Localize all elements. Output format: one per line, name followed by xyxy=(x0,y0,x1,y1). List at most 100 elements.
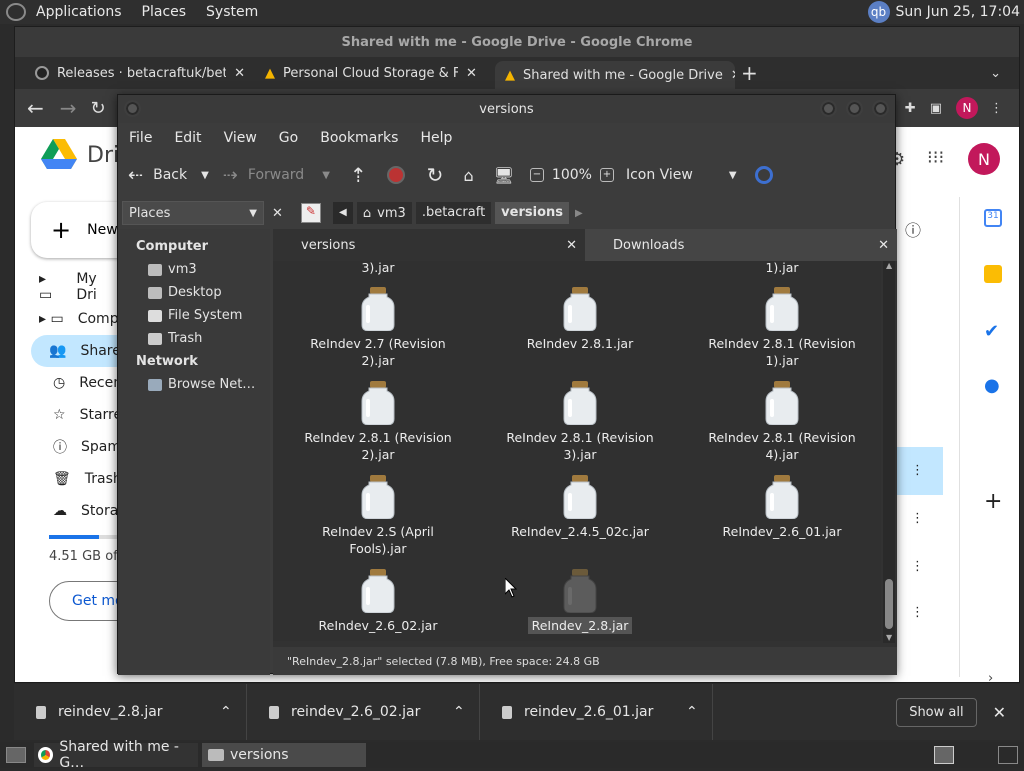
file-item[interactable]: ReIndev_2.6_02.jar xyxy=(283,569,473,634)
close-icon[interactable]: ✕ xyxy=(234,66,245,81)
path-button-betacraft[interactable]: .betacraft xyxy=(415,202,492,224)
places-selector[interactable]: Places ▼ xyxy=(122,201,264,225)
maximize-button[interactable] xyxy=(846,100,863,117)
add-addon-icon[interactable]: + xyxy=(984,489,1002,514)
reload-icon[interactable]: ↻ xyxy=(427,163,444,187)
menu-file[interactable]: File xyxy=(118,130,163,146)
nav-spam[interactable]: ⓘ Spam xyxy=(53,431,121,463)
close-button[interactable] xyxy=(872,100,889,117)
download-item-1[interactable]: reindev_2.8.jar ⌃ xyxy=(14,684,247,740)
file-item-partial[interactable]: 3).jar xyxy=(283,261,473,276)
keep-icon[interactable] xyxy=(984,265,1002,283)
taskbar-item-chrome[interactable]: Shared with me - G… xyxy=(34,739,198,771)
path-left-arrow-icon[interactable]: ◀ xyxy=(332,202,353,224)
chrome-tab-3[interactable]: ▲ Shared with me - Google Drive ✕ xyxy=(495,61,735,89)
file-item[interactable]: ReIndev 2.8.1 (Revision 1).jar xyxy=(687,287,877,369)
calendar-icon[interactable]: 31 xyxy=(984,209,1002,227)
menu-go[interactable]: Go xyxy=(268,130,309,146)
profile-avatar[interactable]: N xyxy=(956,97,978,119)
sidebar-item-trash[interactable]: Trash xyxy=(118,327,270,350)
download-item-2[interactable]: reindev_2.6_02.jar ⌃ xyxy=(247,684,480,740)
forward-button[interactable]: ⇢ Forward ▼ xyxy=(223,165,330,186)
drive-avatar[interactable]: N xyxy=(968,143,1000,175)
forward-arrow-icon[interactable]: → xyxy=(60,96,77,120)
stop-icon[interactable] xyxy=(386,166,405,184)
path-button-versions[interactable]: versions xyxy=(495,202,569,224)
sidebar-icon[interactable]: ▣ xyxy=(930,101,942,116)
nav-shared[interactable]: 👥 Share xyxy=(31,335,131,367)
file-item-partial[interactable]: 1).jar xyxy=(687,261,877,276)
chevron-up-icon[interactable]: ⌃ xyxy=(453,704,465,720)
menu-view[interactable]: View xyxy=(213,130,268,146)
file-item[interactable]: ReIndev 2.8.1 (Revision 4).jar xyxy=(687,381,877,463)
system-menu[interactable]: System xyxy=(196,4,268,20)
chrome-menu-icon[interactable]: ⋮ xyxy=(990,101,1003,116)
download-item-3[interactable]: reindev_2.6_01.jar ⌃ xyxy=(480,684,713,740)
workspace-2-icon[interactable] xyxy=(998,746,1018,764)
taskbar-item-versions[interactable]: versions xyxy=(202,743,366,767)
more-options-icon[interactable]: ⋮ xyxy=(911,511,924,526)
chevron-up-icon[interactable]: ⌃ xyxy=(686,704,698,720)
nav-trash[interactable]: 🗑 Trash xyxy=(53,463,122,495)
close-icon[interactable]: ✕ xyxy=(466,66,477,81)
show-all-button[interactable]: Show all xyxy=(896,697,977,727)
scrollbar-thumb[interactable] xyxy=(885,579,893,629)
chrome-tab-1[interactable]: Releases · betacraftuk/betacra ✕ xyxy=(15,57,255,89)
tab-versions[interactable]: versions ✕ xyxy=(273,229,585,261)
info-icon[interactable]: ⓘ xyxy=(905,217,921,241)
close-downloads-icon[interactable]: ✕ xyxy=(993,703,1006,722)
zoom-out-icon[interactable]: − xyxy=(529,168,544,182)
applications-menu[interactable]: Applications xyxy=(26,4,132,20)
back-arrow-icon[interactable]: ← xyxy=(27,96,44,120)
more-options-icon[interactable]: ⋮ xyxy=(911,463,924,478)
more-options-icon[interactable]: ⋮ xyxy=(911,605,924,620)
sidebar-item-browse-network[interactable]: Browse Net… xyxy=(118,373,270,396)
window-menu-button[interactable] xyxy=(124,100,141,117)
menu-bookmarks[interactable]: Bookmarks xyxy=(309,130,409,146)
file-item[interactable]: ReIndev_2.4.5_02c.jar xyxy=(485,475,675,540)
back-button[interactable]: ⇠ Back ▼ xyxy=(128,165,209,186)
apps-grid-icon[interactable]: ⁝⁝⁝ xyxy=(927,147,944,168)
file-item[interactable]: ReIndev 2.S (April Fools).jar xyxy=(283,475,473,557)
extensions-icon[interactable]: ✚ xyxy=(905,101,916,116)
file-item[interactable]: ReIndev 2.8.1.jar xyxy=(485,287,675,352)
tasks-icon[interactable]: ✔ xyxy=(984,321,999,342)
close-icon[interactable]: ✕ xyxy=(878,238,889,253)
places-menu[interactable]: Places xyxy=(132,4,197,20)
chrome-tab-2[interactable]: ▲ Personal Cloud Storage & File ✕ xyxy=(255,57,495,89)
nav-starred[interactable]: ☆ Starre xyxy=(53,399,122,431)
computer-icon[interactable]: 🖥 xyxy=(494,166,514,185)
path-right-arrow-icon[interactable]: ▶ xyxy=(575,208,583,219)
menu-logo-icon[interactable] xyxy=(6,3,26,21)
scrollbar[interactable]: ▲ ▼ xyxy=(883,261,895,643)
nav-my-drive[interactable]: ▸ ▭ My Dri xyxy=(39,271,119,303)
user-badge[interactable]: qb xyxy=(867,1,890,23)
search-icon[interactable] xyxy=(754,166,773,184)
nav-computers[interactable]: ▸ ▭ Comp xyxy=(39,303,119,335)
close-icon[interactable]: ✕ xyxy=(566,238,577,253)
nav-recent[interactable]: ◷ Recen xyxy=(53,367,122,399)
file-item[interactable]: ReIndev_2.6_01.jar xyxy=(687,475,877,540)
menu-edit[interactable]: Edit xyxy=(163,130,212,146)
zoom-in-icon[interactable]: + xyxy=(599,168,614,182)
sidebar-item-vm3[interactable]: vm3 xyxy=(118,258,270,281)
new-tab-icon[interactable]: + xyxy=(741,61,758,85)
tab-downloads[interactable]: Downloads ✕ xyxy=(585,229,897,261)
file-item[interactable]: ReIndev 2.7 (Revision 2).jar xyxy=(283,287,473,369)
minimize-button[interactable] xyxy=(820,100,837,117)
workspace-icon[interactable] xyxy=(934,746,954,764)
sidebar-item-desktop[interactable]: Desktop xyxy=(118,281,270,304)
up-icon[interactable]: ⇡ xyxy=(350,163,367,187)
path-button-vm3[interactable]: ⌂ vm3 xyxy=(356,202,412,224)
close-icon[interactable]: ✕ xyxy=(731,68,735,83)
file-item[interactable]: ReIndev 2.8.1 (Revision 2).jar xyxy=(283,381,473,463)
more-options-icon[interactable]: ⋮ xyxy=(911,559,924,574)
contacts-icon[interactable]: ● xyxy=(984,375,1000,396)
sidebar-item-file-system[interactable]: File System xyxy=(118,304,270,327)
view-mode-select[interactable]: Icon View ▼ xyxy=(626,167,737,183)
chevron-up-icon[interactable]: ⌃ xyxy=(220,704,232,720)
file-item[interactable]: ReIndev 2.8.1 (Revision 3).jar xyxy=(485,381,675,463)
home-icon[interactable]: ⌂ xyxy=(463,166,473,185)
toggle-location-icon[interactable]: ✎ xyxy=(300,203,321,223)
reload-icon[interactable]: ↻ xyxy=(91,98,106,119)
